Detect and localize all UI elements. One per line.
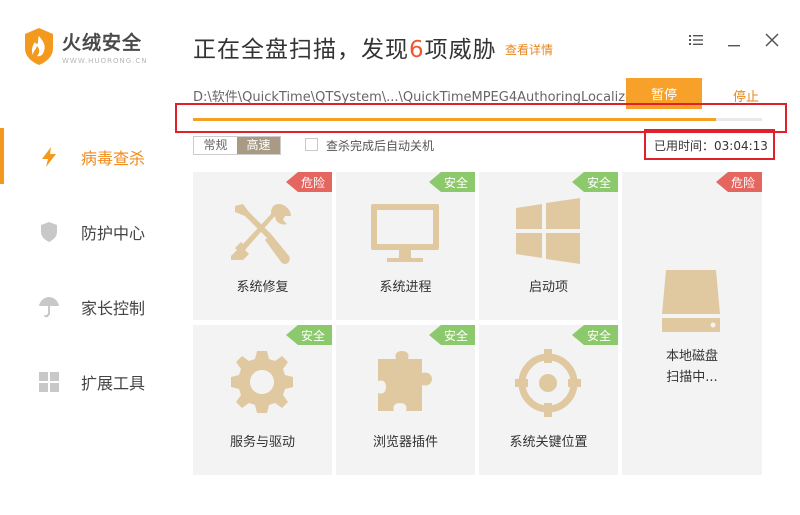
tile-label: 浏览器插件 bbox=[372, 435, 438, 450]
sidebar-item-label: 扩展工具 bbox=[81, 374, 146, 393]
sidebar-item-label: 防护中心 bbox=[81, 224, 146, 243]
sidebar-item-extension-tools[interactable]: 扩展工具 bbox=[0, 345, 175, 420]
shield-icon bbox=[41, 222, 57, 242]
scan-progress-bar bbox=[193, 118, 762, 121]
umbrella-icon bbox=[39, 297, 59, 318]
auto-shutdown-label: 查杀完成后自动关机 bbox=[326, 139, 435, 153]
tile-local-disk[interactable]: 危险 本地磁盘 扫描中... bbox=[622, 172, 762, 475]
status-badge: 危险 bbox=[716, 172, 762, 192]
tile-services-drivers[interactable]: 安全 服务与驱动 bbox=[193, 325, 332, 475]
app-url: WWW.HUORONG.CN bbox=[62, 56, 148, 65]
status-badge: 安全 bbox=[572, 172, 618, 192]
sidebar-item-label: 病毒查杀 bbox=[81, 149, 146, 168]
tile-label: 系统修复 bbox=[236, 280, 289, 295]
scan-mode-toggle: 常规 高速 bbox=[193, 136, 281, 155]
lightning-icon bbox=[42, 147, 56, 167]
mode-fast-button[interactable]: 高速 bbox=[237, 137, 280, 154]
app-logo: 火绒安全 WWW.HUORONG.CN bbox=[22, 26, 147, 66]
sidebar-item-protection[interactable]: 防护中心 bbox=[0, 195, 175, 270]
status-badge: 危险 bbox=[286, 172, 332, 192]
menu-icon[interactable] bbox=[686, 30, 706, 50]
disk-icon bbox=[662, 270, 720, 332]
status-badge: 安全 bbox=[429, 325, 475, 345]
tile-key-locations[interactable]: 安全 系统关键位置 bbox=[479, 325, 618, 475]
tile-browser-plugins[interactable]: 安全 浏览器插件 bbox=[336, 325, 475, 475]
sidebar: 火绒安全 WWW.HUORONG.CN 病毒查杀 防护中心 家长控制 扩展工具 bbox=[0, 0, 175, 515]
tile-system-repair[interactable]: 危险 系统修复 bbox=[193, 172, 332, 320]
flame-logo-icon bbox=[25, 28, 53, 65]
view-details-link[interactable]: 查看详情 bbox=[505, 41, 553, 58]
gear-icon bbox=[231, 351, 293, 413]
sidebar-item-label: 家长控制 bbox=[81, 299, 146, 318]
tile-label: 本地磁盘 bbox=[665, 349, 718, 364]
sidebar-item-virus-scan[interactable]: 病毒查杀 bbox=[0, 120, 175, 195]
status-badge: 安全 bbox=[286, 325, 332, 345]
windows-icon bbox=[516, 198, 580, 264]
status-badge: 安全 bbox=[429, 172, 475, 192]
sidebar-nav: 病毒查杀 防护中心 家长控制 扩展工具 bbox=[0, 120, 175, 420]
mode-normal-button[interactable]: 常规 bbox=[194, 137, 237, 154]
tools-icon bbox=[231, 204, 291, 264]
status-badge: 安全 bbox=[572, 325, 618, 345]
tile-label: 服务与驱动 bbox=[229, 435, 295, 450]
sidebar-item-parental-control[interactable]: 家长控制 bbox=[0, 270, 175, 345]
threat-count: 6 bbox=[409, 37, 425, 63]
tile-system-process[interactable]: 安全 系统进程 bbox=[336, 172, 475, 320]
page-title: 正在全盘扫描，发现6项威胁 bbox=[193, 37, 497, 63]
tile-startup-items[interactable]: 安全 启动项 bbox=[479, 172, 618, 320]
puzzle-icon bbox=[378, 351, 432, 411]
close-icon[interactable] bbox=[762, 30, 782, 50]
monitor-icon bbox=[371, 204, 439, 262]
tile-label: 系统关键位置 bbox=[509, 435, 588, 450]
scan-progress-fill bbox=[193, 118, 717, 121]
minimize-icon[interactable] bbox=[724, 30, 744, 50]
grid-icon bbox=[39, 372, 59, 392]
tile-sublabel: 扫描中... bbox=[666, 370, 718, 385]
auto-shutdown-checkbox[interactable] bbox=[305, 138, 318, 151]
target-icon bbox=[515, 349, 581, 417]
tile-label: 启动项 bbox=[528, 280, 568, 295]
elapsed-time: 已用时间：03:04:13 bbox=[654, 139, 768, 153]
tile-label: 系统进程 bbox=[379, 280, 432, 295]
app-name: 火绒安全 bbox=[62, 31, 143, 54]
